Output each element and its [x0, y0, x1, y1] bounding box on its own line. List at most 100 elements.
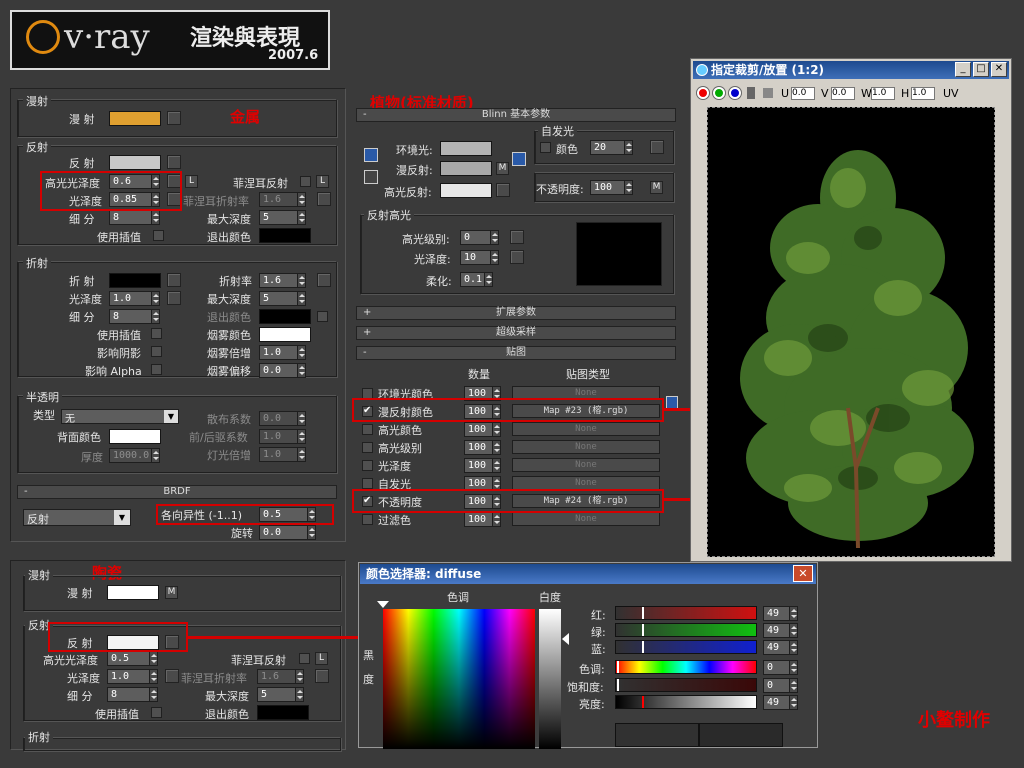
blinn-gloss-map[interactable] [510, 250, 524, 264]
ceramic-fresnel-ior-input[interactable]: 1.6 [257, 669, 295, 684]
ceramic-fresnel-checkbox[interactable] [299, 653, 310, 664]
blinn-selfillum-spinner[interactable] [624, 140, 633, 155]
ceramic-fresnel-ior-map[interactable] [315, 669, 329, 683]
metal-fog-bias-spinner[interactable] [297, 363, 306, 378]
maps-row-checkbox[interactable] [362, 424, 373, 435]
blinn-diffuse-map-button[interactable]: M [496, 162, 509, 175]
blue-slider[interactable] [615, 640, 757, 654]
maps-row-amount[interactable]: 100 [464, 440, 492, 455]
blinn-basic-rollout[interactable]: - Blinn 基本参数 [356, 108, 676, 122]
minimize-button[interactable]: _ [955, 62, 971, 77]
metal-light-mult-input[interactable]: 1.0 [259, 447, 297, 462]
blinn-gloss-spinner[interactable] [490, 250, 499, 265]
blinn-ext-rollout[interactable]: + 扩展参数 [356, 306, 676, 320]
metal-r-gloss-input[interactable]: 1.0 [109, 291, 151, 306]
red-channel-icon[interactable] [697, 87, 709, 99]
metal-ior-input[interactable]: 1.6 [259, 273, 297, 288]
ceramic-diffuse-swatch[interactable] [107, 585, 159, 600]
maps-row-spinner[interactable] [492, 440, 501, 455]
metal-r-exit-checkbox[interactable] [317, 311, 328, 322]
metal-reflect-swatch[interactable] [109, 155, 161, 170]
ceramic-hilight-gloss-spinner[interactable] [149, 651, 158, 666]
blue-input[interactable]: 49 [763, 640, 789, 655]
blinn-diffuse-swatch[interactable] [440, 161, 492, 176]
red-slider[interactable] [615, 606, 757, 620]
metal-r-interp-checkbox[interactable] [151, 328, 162, 339]
blinn-selfillum-input[interactable]: 20 [590, 140, 624, 155]
maps-row-amount[interactable]: 100 [464, 422, 492, 437]
whiteness-bar[interactable] [539, 609, 561, 749]
maps-row-amount[interactable]: 100 [464, 512, 492, 527]
ceramic-exit-swatch[interactable] [257, 705, 309, 720]
blue-channel-icon[interactable] [729, 87, 741, 99]
green-spinner[interactable] [789, 623, 798, 638]
ceramic-interp-checkbox[interactable] [151, 707, 162, 718]
maps-row-map-button[interactable]: None [512, 440, 660, 454]
hue-whiteness-box[interactable] [383, 609, 535, 749]
metal-r-exit-swatch[interactable] [259, 309, 311, 324]
metal-brdf-rollout[interactable]: - BRDF [17, 485, 337, 499]
blinn-ss-rollout[interactable]: + 超级采样 [356, 326, 676, 340]
crop-u-input[interactable]: 0.0 [791, 87, 815, 100]
metal-maxdepth-input[interactable]: 5 [259, 210, 297, 225]
val-slider[interactable] [615, 695, 757, 709]
close-button[interactable]: ✕ [991, 62, 1007, 77]
blinn-specular-swatch[interactable] [440, 183, 492, 198]
ceramic-gloss-input[interactable]: 1.0 [107, 669, 149, 684]
ceramic-subdiv-input[interactable]: 8 [107, 687, 149, 702]
val-input[interactable]: 49 [763, 695, 789, 710]
metal-refract-map[interactable] [167, 273, 181, 287]
metal-r-maxdepth-input[interactable]: 5 [259, 291, 297, 306]
metal-subdiv-spinner[interactable] [151, 210, 160, 225]
crop-image-area[interactable] [707, 107, 995, 557]
ceramic-fresnel-ior-spinner[interactable] [295, 669, 304, 684]
green-input[interactable]: 49 [763, 623, 789, 638]
color-picker-titlebar[interactable]: 颜色选择器: diffuse [360, 564, 816, 584]
metal-back-color-swatch[interactable] [109, 429, 161, 444]
ceramic-maxdepth-spinner[interactable] [295, 687, 304, 702]
metal-scatter-spinner[interactable] [297, 411, 306, 426]
metal-alpha-checkbox[interactable] [151, 364, 162, 375]
metal-fog-bias-input[interactable]: 0.0 [259, 363, 297, 378]
maps-row-map-button[interactable]: None [512, 422, 660, 436]
metal-r-gloss-map[interactable] [167, 291, 181, 305]
metal-scatter-input[interactable]: 0.0 [259, 411, 297, 426]
metal-type-dropdown[interactable]: 无 ▼ [61, 409, 179, 425]
blinn-spec-level-spinner[interactable] [490, 230, 499, 245]
maps-row-checkbox[interactable] [362, 460, 373, 471]
maps-row-amount[interactable]: 100 [464, 458, 492, 473]
blinn-lock-icon[interactable] [364, 148, 378, 162]
ceramic-subdiv-spinner[interactable] [149, 687, 158, 702]
metal-subdiv-input[interactable]: 8 [109, 210, 151, 225]
hue-spinner[interactable] [789, 660, 798, 675]
metal-fresnel-ior-spinner[interactable] [297, 192, 306, 207]
blinn-gloss-input[interactable]: 10 [460, 250, 490, 265]
blinn-selfillum-checkbox[interactable] [540, 142, 551, 153]
metal-diffuse-swatch[interactable] [109, 111, 161, 126]
ceramic-gloss-map[interactable] [165, 669, 179, 683]
maps-row-map-button[interactable]: None [512, 512, 660, 526]
crop-v-input[interactable]: 0.0 [831, 87, 855, 100]
blinn-soften-spinner[interactable] [484, 272, 493, 287]
ceramic-hilight-gloss-input[interactable]: 0.5 [107, 651, 149, 666]
metal-fog-mult-input[interactable]: 1.0 [259, 345, 297, 360]
metal-thick-spinner[interactable] [151, 448, 160, 463]
metal-fb-spinner[interactable] [297, 429, 306, 444]
maps-row-map-button[interactable]: None [512, 476, 660, 490]
crop-w-input[interactable]: 1.0 [871, 87, 895, 100]
metal-exit-swatch[interactable] [259, 228, 311, 243]
ceramic-maxdepth-input[interactable]: 5 [257, 687, 295, 702]
metal-ior-map[interactable] [317, 273, 331, 287]
maps-row-map-button[interactable]: None [512, 458, 660, 472]
metal-r-subdiv-spinner[interactable] [151, 309, 160, 324]
blinn-spec-level-input[interactable]: 0 [460, 230, 490, 245]
metal-light-mult-spinner[interactable] [297, 447, 306, 462]
blinn-spec-level-map[interactable] [510, 230, 524, 244]
metal-reflect-map-button[interactable] [167, 155, 181, 169]
hue-pointer-icon[interactable] [377, 601, 389, 608]
metal-maxdepth-spinner[interactable] [297, 210, 306, 225]
sat-spinner[interactable] [789, 678, 798, 693]
blinn-soften-input[interactable]: 0.1 [460, 272, 484, 287]
metal-fresnel-L-button[interactable]: L [316, 175, 329, 188]
blinn-opacity-input[interactable]: 100 [590, 180, 624, 195]
